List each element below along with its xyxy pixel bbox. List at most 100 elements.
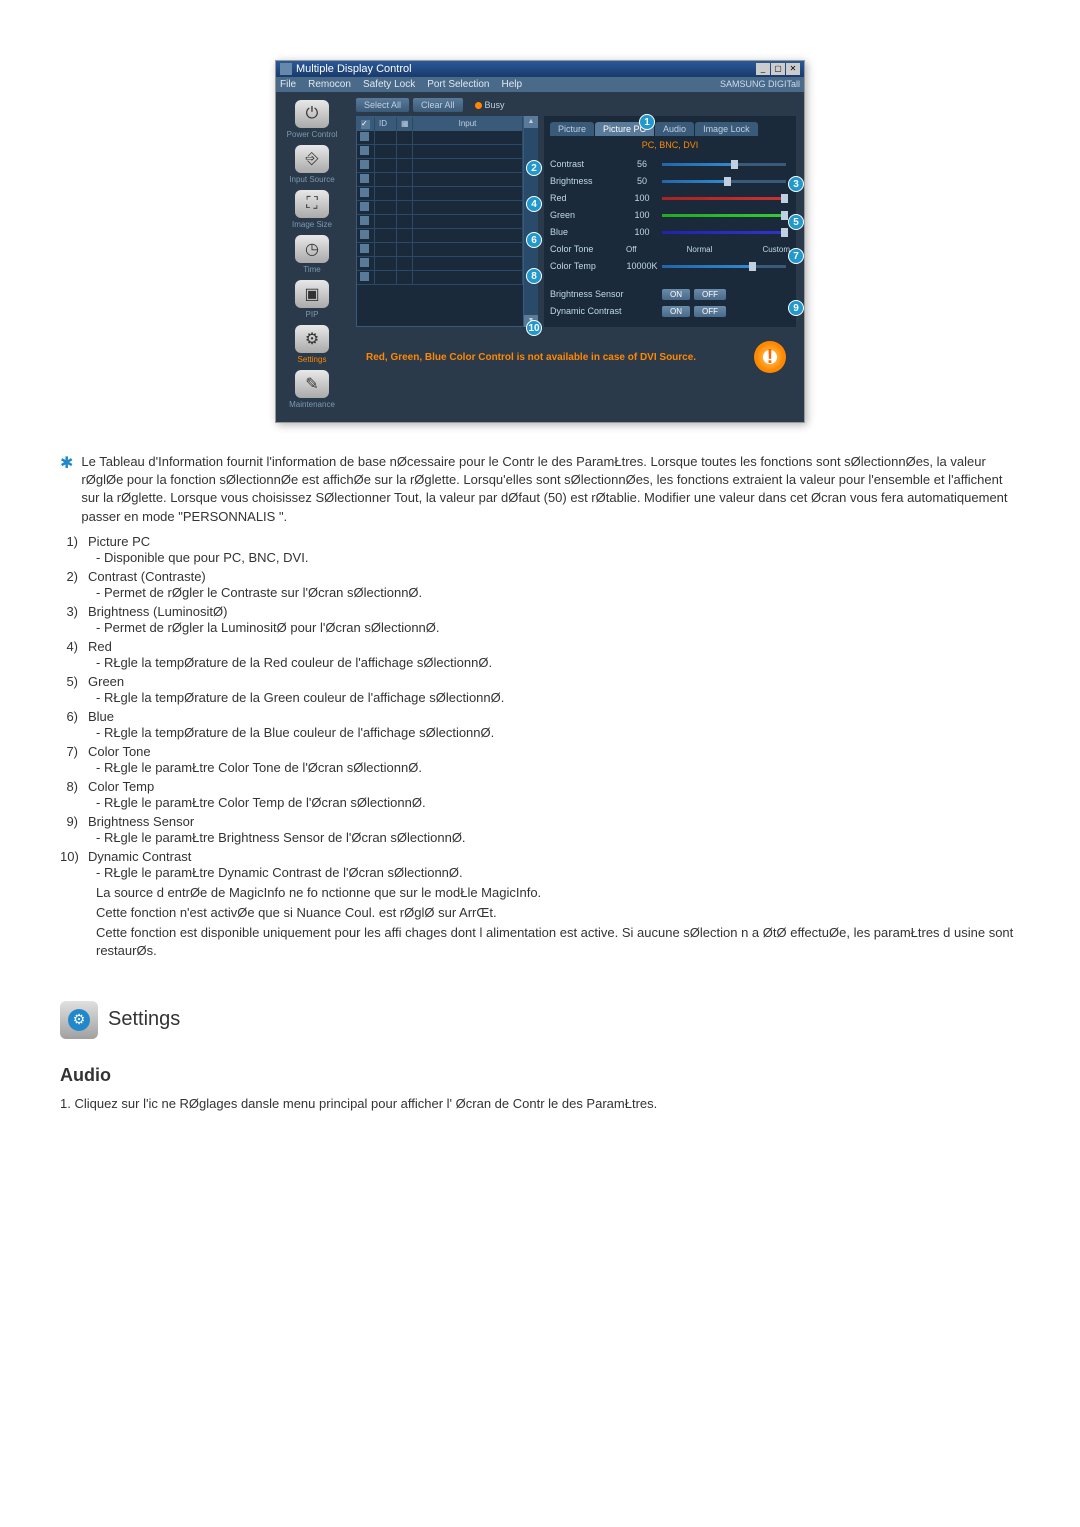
header-checkbox[interactable] xyxy=(357,117,375,131)
settings-icon: ⚙ xyxy=(295,325,329,353)
slider-contrast[interactable] xyxy=(662,163,786,166)
app-window: Multiple Display Control _ ▢ ✕ File Remo… xyxy=(275,60,805,423)
intro-text: Le Tableau d'Information fournit l'infor… xyxy=(81,453,1020,526)
list-item: 9)Brightness Sensor- RŁgle le paramŁtre … xyxy=(60,814,1020,845)
table-row[interactable] xyxy=(357,257,523,271)
table-row[interactable] xyxy=(357,145,523,159)
maximize-button[interactable]: ▢ xyxy=(771,63,785,75)
table-row[interactable] xyxy=(357,215,523,229)
list-item: 2)Contrast (Contraste)- Permet de rØgler… xyxy=(60,569,1020,600)
checkbox-icon[interactable] xyxy=(360,272,369,281)
menu-file[interactable]: File xyxy=(280,79,296,90)
sidebar-item-input[interactable]: ⎆Input Source xyxy=(282,145,342,184)
window-title: Multiple Display Control xyxy=(296,63,412,75)
checkbox-icon[interactable] xyxy=(360,230,369,239)
scroll-up-icon[interactable]: ▲ xyxy=(524,116,538,128)
color-tone-options[interactable]: OffNormalCustom xyxy=(626,245,790,254)
table-row[interactable] xyxy=(357,243,523,257)
maintenance-icon: ✎ xyxy=(295,370,329,398)
slider-color-temp[interactable] xyxy=(662,265,786,268)
grid-wrap: ID ▦ Input ▲ ▼ xyxy=(356,116,538,327)
busy-indicator: Busy xyxy=(475,100,505,110)
tabs: Picture Picture PC Audio Image Lock xyxy=(550,122,790,136)
table-row[interactable] xyxy=(357,159,523,173)
display-grid: ID ▦ Input xyxy=(356,116,524,327)
audio-step-1: 1. Cliquez sur l'ic ne RØglages dansle m… xyxy=(60,1096,1020,1111)
header-id: ID xyxy=(375,117,397,131)
doc-list: 1)Picture PC- Disponible que pour PC, BN… xyxy=(60,534,1020,880)
checkbox-icon[interactable] xyxy=(360,188,369,197)
list-item: 10)Dynamic Contrast- RŁgle le paramŁtre … xyxy=(60,849,1020,880)
menu-help[interactable]: Help xyxy=(501,79,522,90)
callout-1: 1 xyxy=(639,114,655,130)
checkbox-icon[interactable] xyxy=(360,202,369,211)
busy-dot-icon xyxy=(475,102,482,109)
callout-10: 10 xyxy=(526,320,542,336)
sidebar: ⏻Power Control ⎆Input Source ⛶Image Size… xyxy=(276,92,348,422)
row-color-tone: Color ToneOffNormalCustom xyxy=(550,242,790,256)
menu-safety-lock[interactable]: Safety Lock xyxy=(363,79,415,90)
clear-all-button[interactable]: Clear All xyxy=(413,98,463,112)
tab-image-lock[interactable]: Image Lock xyxy=(695,122,758,136)
settings-panel: Picture Picture PC Audio Image Lock PC, … xyxy=(544,116,796,327)
app-body: ⏻Power Control ⎆Input Source ⛶Image Size… xyxy=(276,92,804,422)
brightness-sensor-on[interactable]: ON xyxy=(662,289,690,300)
close-button[interactable]: ✕ xyxy=(786,63,800,75)
slider-green[interactable] xyxy=(662,214,786,217)
scroll-thumb[interactable] xyxy=(524,128,538,315)
header-status-icon: ▦ xyxy=(397,117,413,131)
sidebar-item-time[interactable]: ◷Time xyxy=(282,235,342,274)
menu-remocon[interactable]: Remocon xyxy=(308,79,351,90)
minimize-button[interactable]: _ xyxy=(756,63,770,75)
sidebar-item-settings[interactable]: ⚙Settings xyxy=(282,325,342,364)
menu-port-selection[interactable]: Port Selection xyxy=(427,79,489,90)
grid-rows xyxy=(357,131,523,285)
info-bar: Red, Green, Blue Color Control is not av… xyxy=(356,335,796,379)
table-row[interactable] xyxy=(357,271,523,285)
window-controls: _ ▢ ✕ xyxy=(756,63,800,75)
callout-3: 3 xyxy=(788,176,804,192)
table-row[interactable] xyxy=(357,201,523,215)
pip-icon: ▣ xyxy=(295,280,329,308)
list-item: 8)Color Temp- RŁgle le paramŁtre Color T… xyxy=(60,779,1020,810)
checkbox-icon[interactable] xyxy=(360,146,369,155)
sidebar-item-pip[interactable]: ▣PIP xyxy=(282,280,342,319)
sidebar-item-maintenance[interactable]: ✎Maintenance xyxy=(282,370,342,409)
table-row[interactable] xyxy=(357,229,523,243)
callout-8: 8 xyxy=(526,268,542,284)
tab-audio[interactable]: Audio xyxy=(655,122,694,136)
brightness-sensor-off[interactable]: OFF xyxy=(694,289,726,300)
brand-label: SAMSUNG DIGITall xyxy=(720,79,800,90)
settings-heading: ⚙ Settings xyxy=(60,1001,1020,1039)
row-color-temp: Color Temp10000K xyxy=(550,259,790,273)
callout-9: 9 xyxy=(788,300,804,316)
table-row[interactable] xyxy=(357,187,523,201)
document-text: ✱ Le Tableau d'Information fournit l'inf… xyxy=(60,453,1020,961)
checkbox-icon[interactable] xyxy=(360,160,369,169)
scrollbar[interactable]: ▲ ▼ xyxy=(524,116,538,327)
checkbox-icon[interactable] xyxy=(360,244,369,253)
sidebar-item-power[interactable]: ⏻Power Control xyxy=(282,100,342,139)
callout-2: 2 xyxy=(526,160,542,176)
dynamic-contrast-on[interactable]: ON xyxy=(662,306,690,317)
table-row[interactable] xyxy=(357,131,523,145)
callout-4: 4 xyxy=(526,196,542,212)
table-row[interactable] xyxy=(357,173,523,187)
checkbox-icon[interactable] xyxy=(360,216,369,225)
slider-red[interactable] xyxy=(662,197,786,200)
slider-brightness[interactable] xyxy=(662,180,786,183)
select-all-button[interactable]: Select All xyxy=(356,98,409,112)
callout-5: 5 xyxy=(788,214,804,230)
list-item: 5)Green- RŁgle la tempØrature de la Gree… xyxy=(60,674,1020,705)
gear-icon: ⚙ xyxy=(68,1009,90,1031)
sidebar-item-image-size[interactable]: ⛶Image Size xyxy=(282,190,342,229)
note-3: Cette fonction est disponible uniquement… xyxy=(96,924,1020,960)
note-1: La source d entrØe de MagicInfo ne fo nc… xyxy=(96,884,1020,902)
checkbox-icon[interactable] xyxy=(360,174,369,183)
star-icon: ✱ xyxy=(60,453,73,526)
checkbox-icon[interactable] xyxy=(360,132,369,141)
checkbox-icon[interactable] xyxy=(360,258,369,267)
slider-blue[interactable] xyxy=(662,231,786,234)
dynamic-contrast-off[interactable]: OFF xyxy=(694,306,726,317)
tab-picture[interactable]: Picture xyxy=(550,122,594,136)
